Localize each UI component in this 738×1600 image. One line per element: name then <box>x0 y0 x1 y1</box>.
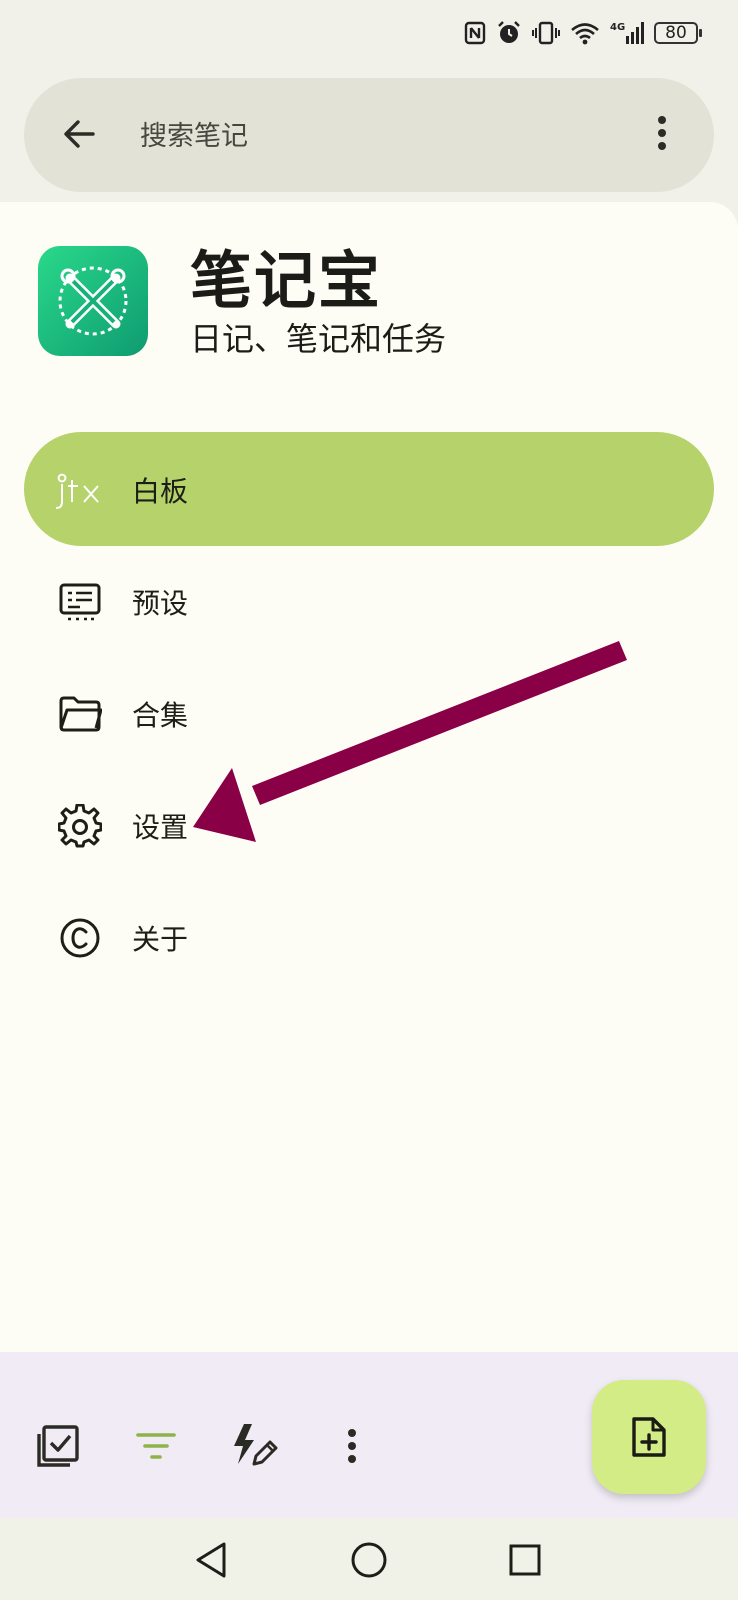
jtx-logo-icon <box>55 473 99 509</box>
alarm-icon <box>498 21 520 43</box>
back-triangle-icon[interactable] <box>190 1538 234 1582</box>
more-vert-icon <box>348 1429 356 1463</box>
nav-item-settings[interactable]: 设置 <box>24 768 714 882</box>
quick-edit-icon <box>234 1424 278 1466</box>
system-nav-bar <box>0 1518 738 1600</box>
folder-icon <box>59 696 102 732</box>
nfc-icon <box>464 21 486 45</box>
battery-level: 80 <box>665 23 687 43</box>
nav-item-label: 白板 <box>132 475 189 508</box>
app-title: 笔记宝 <box>190 244 383 317</box>
nav-item-label: 合集 <box>132 699 189 732</box>
signal-4g-icon: 4G <box>610 22 644 44</box>
nav-item-label: 关于 <box>132 923 189 956</box>
nav-item-label: 设置 <box>132 811 189 844</box>
add-note-fab[interactable] <box>592 1380 706 1494</box>
more-vert-icon[interactable] <box>656 115 668 151</box>
nav-item-label: 预设 <box>132 587 189 620</box>
more-options-button[interactable] <box>324 1418 380 1474</box>
bottom-app-bar <box>0 1352 738 1518</box>
svg-text:4G: 4G <box>610 22 625 33</box>
app-logo <box>38 246 148 356</box>
vibrate-icon <box>532 21 560 45</box>
presets-icon <box>59 583 101 621</box>
gear-icon <box>58 804 102 848</box>
wifi-icon <box>571 23 599 45</box>
nav-item-whiteboard[interactable]: 白板 <box>24 432 714 546</box>
filter-icon <box>136 1433 176 1459</box>
arrow-back-icon[interactable] <box>62 117 96 151</box>
checklist-button[interactable] <box>30 1418 86 1474</box>
nav-item-presets[interactable]: 预设 <box>24 544 714 658</box>
battery-icon: 80 <box>654 22 702 44</box>
search-bar[interactable]: 搜索笔记 <box>24 78 714 192</box>
nav-item-about[interactable]: 关于 <box>24 880 714 994</box>
app-subtitle: 日记、笔记和任务 <box>190 320 447 358</box>
home-circle-icon[interactable] <box>347 1538 391 1582</box>
search-input[interactable]: 搜索笔记 <box>140 114 248 153</box>
copyright-icon <box>60 918 100 958</box>
nav-item-collections[interactable]: 合集 <box>24 656 714 770</box>
add-note-icon <box>632 1417 666 1457</box>
recents-square-icon[interactable] <box>503 1538 547 1582</box>
navigation-drawer: 笔记宝 日记、笔记和任务 白板 预设 合集 设置 关于 <box>0 202 738 1352</box>
status-bar: 4G 80 <box>0 0 738 70</box>
filter-button[interactable] <box>128 1418 184 1474</box>
pencil-cross-icon <box>58 266 128 336</box>
quick-edit-button[interactable] <box>226 1418 282 1474</box>
status-icons: 4G 80 <box>464 20 702 46</box>
checklist-icon <box>37 1425 79 1467</box>
